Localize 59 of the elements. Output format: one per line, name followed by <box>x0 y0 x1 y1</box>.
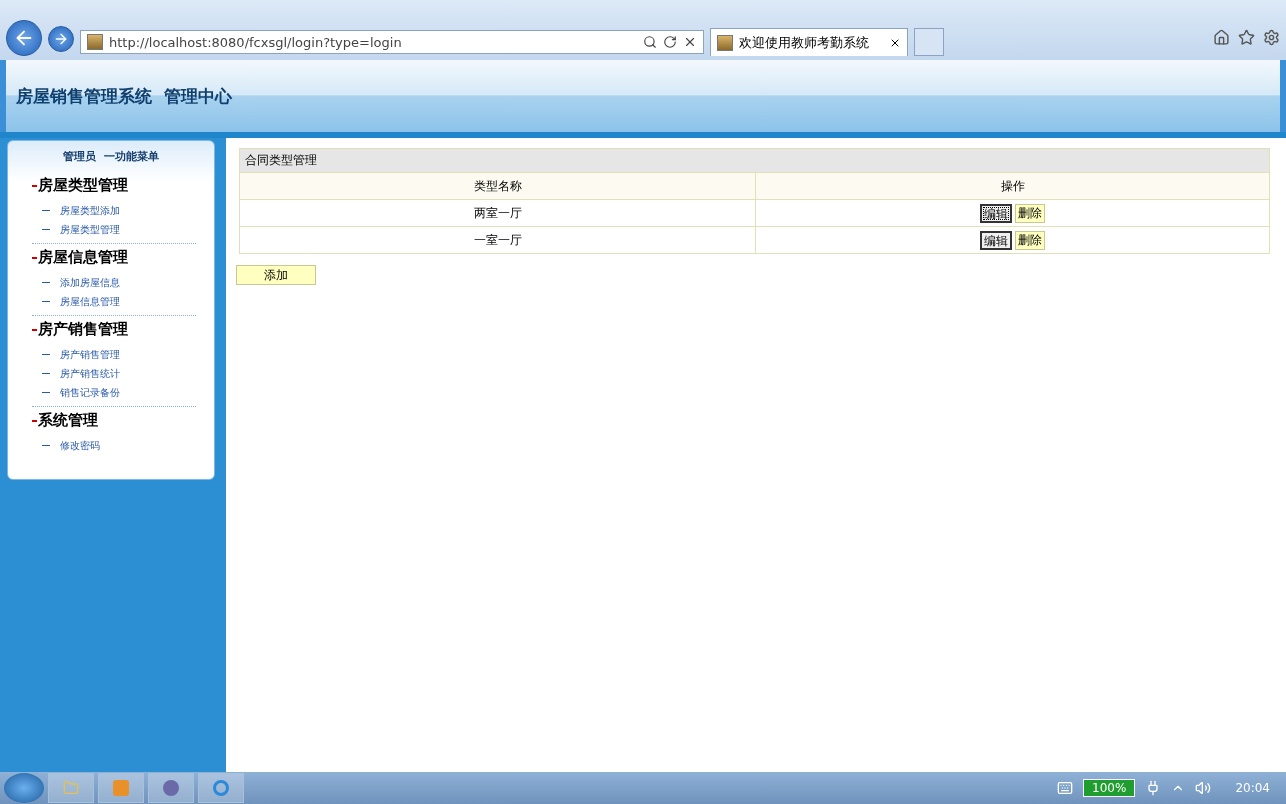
delete-button[interactable]: 删除 <box>1015 230 1045 250</box>
table-caption: 合同类型管理 <box>240 149 1269 172</box>
new-tab-button[interactable] <box>914 28 944 56</box>
menu-link[interactable]: 销售记录备份 <box>32 383 196 402</box>
taskbar-button[interactable] <box>148 773 194 803</box>
taskbar-button[interactable] <box>198 773 244 803</box>
search-icon[interactable] <box>643 35 657 49</box>
edit-button[interactable]: 编辑 <box>980 230 1012 250</box>
browser-icon <box>213 780 229 796</box>
dash-icon <box>42 301 50 302</box>
menu-link[interactable]: 房屋类型添加 <box>32 201 196 220</box>
arrow-right-icon <box>53 31 69 47</box>
menu-group-title: 房屋信息管理 <box>38 248 128 267</box>
menu-link[interactable]: 房产销售统计 <box>32 364 196 383</box>
battery-indicator[interactable]: 100% <box>1083 779 1136 797</box>
table-cell-text: 一室一厅 <box>472 231 523 249</box>
menu-group-title: 房产销售管理 <box>38 320 128 339</box>
delete-button[interactable]: 删除 <box>1015 203 1045 223</box>
settings-icon[interactable] <box>1263 29 1280 46</box>
start-button[interactable] <box>4 773 44 803</box>
site-title: 房屋销售管理系统 管理中心 <box>16 84 232 108</box>
menu-link[interactable]: 房产销售管理 <box>32 345 196 364</box>
menu-link[interactable]: 添加房屋信息 <box>32 273 196 292</box>
menu-link[interactable]: 修改密码 <box>32 436 196 455</box>
refresh-icon[interactable] <box>663 35 677 49</box>
dash-icon <box>42 282 50 283</box>
browser-tab[interactable]: 欢迎使用教师考勤系统 <box>710 28 908 56</box>
column-header: 类型名称 <box>472 177 523 195</box>
folder-icon <box>63 780 79 796</box>
table-cell-text: 两室一厅 <box>472 204 523 222</box>
dash-icon <box>42 445 50 446</box>
dash-icon <box>32 256 37 259</box>
menu-group-title: 系统管理 <box>38 411 98 430</box>
page-icon <box>717 34 733 51</box>
app-icon <box>163 780 179 796</box>
dash-icon <box>42 373 50 374</box>
dash-icon <box>42 392 50 393</box>
dash-icon <box>32 419 37 422</box>
dash-icon <box>32 184 37 187</box>
close-icon[interactable] <box>683 35 697 49</box>
dash-icon <box>32 328 37 331</box>
star-icon[interactable] <box>1238 29 1255 46</box>
menu-title: 管理员 一功能菜单 <box>62 149 160 164</box>
address-field[interactable]: http://localhost:8080/fcxsgl/login?type=login <box>80 30 704 54</box>
app-icon <box>113 780 129 796</box>
menu-link[interactable]: 房屋信息管理 <box>32 292 196 311</box>
add-button[interactable]: 添加 <box>236 265 316 285</box>
home-icon[interactable] <box>1213 29 1230 46</box>
keyboard-icon[interactable] <box>1057 780 1074 796</box>
dash-icon <box>42 210 50 211</box>
menu-group-title: 房屋类型管理 <box>38 176 128 195</box>
forward-button[interactable] <box>48 26 74 52</box>
back-button[interactable] <box>6 20 42 56</box>
edit-button[interactable]: 编辑 <box>980 203 1012 223</box>
speaker-icon[interactable] <box>1195 780 1212 796</box>
dash-icon <box>42 354 50 355</box>
menu-link[interactable]: 房屋类型管理 <box>32 220 196 239</box>
page-icon <box>87 34 103 50</box>
dash-icon <box>42 229 50 230</box>
